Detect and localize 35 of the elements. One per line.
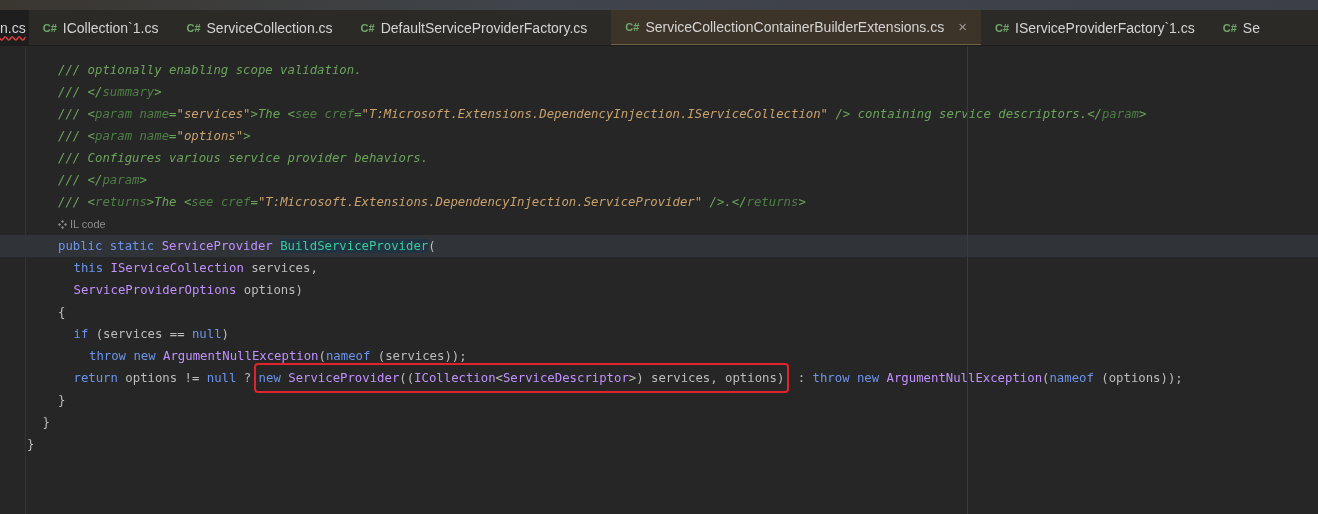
il-code-link[interactable]: IL code xyxy=(58,215,106,233)
code-line: return options != null ? xyxy=(73,370,253,387)
code-line: if (services == null) xyxy=(73,326,229,343)
file-tab[interactable]: n.cs xyxy=(0,10,29,45)
file-tab[interactable]: C# DefaultServiceProviderFactory.cs xyxy=(346,10,602,45)
code-line: /// optionally enabling scope validation. xyxy=(58,62,362,79)
code-line: /// <param name="options"> xyxy=(58,128,251,145)
code-line: /// Configures various service provider behaviors. xyxy=(58,150,429,167)
csharp-file-icon: C# xyxy=(186,19,201,37)
code-line: /// <returns>The <see cref="T:Microsoft.Extensions.DependencyInjection.ServiceProvider" />.</returns> xyxy=(58,194,806,211)
csharp-file-icon: C# xyxy=(42,19,57,37)
code-line: this IServiceCollection services, xyxy=(73,260,318,277)
code-line: public static ServiceProvider BuildServiceProvider( xyxy=(58,238,436,255)
code-line: /// </param> xyxy=(58,172,147,189)
file-tab[interactable]: C# ServiceCollection.cs xyxy=(172,10,347,45)
csharp-file-icon: C# xyxy=(1222,19,1237,37)
code-line: ServiceProviderOptions options) xyxy=(73,282,303,299)
code-line: /// <param name="services">The <see cref="T:Microsoft.Extensions.DependencyInjection.IServiceCollection" /> containing service descriptors.</param> xyxy=(58,106,1147,123)
code-line: } xyxy=(58,392,66,409)
file-tab[interactable]: C# IServiceProviderFactory`1.cs xyxy=(981,10,1209,45)
csharp-file-icon: C# xyxy=(995,19,1010,37)
csharp-file-icon: C# xyxy=(360,19,375,37)
close-icon[interactable]: × xyxy=(958,15,967,39)
code-line: throw new ArgumentNullException(nameof (services)); xyxy=(89,348,467,365)
highlighted-code: new ServiceProvider((ICollection<ServiceDescriptor>) services, options) xyxy=(253,363,790,393)
diamonds-icon xyxy=(58,219,67,229)
code-line: } xyxy=(42,414,50,431)
code-line: : throw new ArgumentNullException(nameof (options)); xyxy=(796,370,1183,387)
csharp-file-icon: C# xyxy=(625,18,640,36)
code-line: /// </summary> xyxy=(58,84,162,101)
code-line: } xyxy=(27,436,35,453)
file-tab[interactable]: C# Se xyxy=(1208,10,1274,45)
file-tab[interactable]: C# ICollection`1.cs xyxy=(28,10,173,45)
file-tab[interactable]: C# ServiceCollectionContainerBuilderExtensions.cs × xyxy=(611,10,981,45)
code-line: { xyxy=(58,304,66,321)
